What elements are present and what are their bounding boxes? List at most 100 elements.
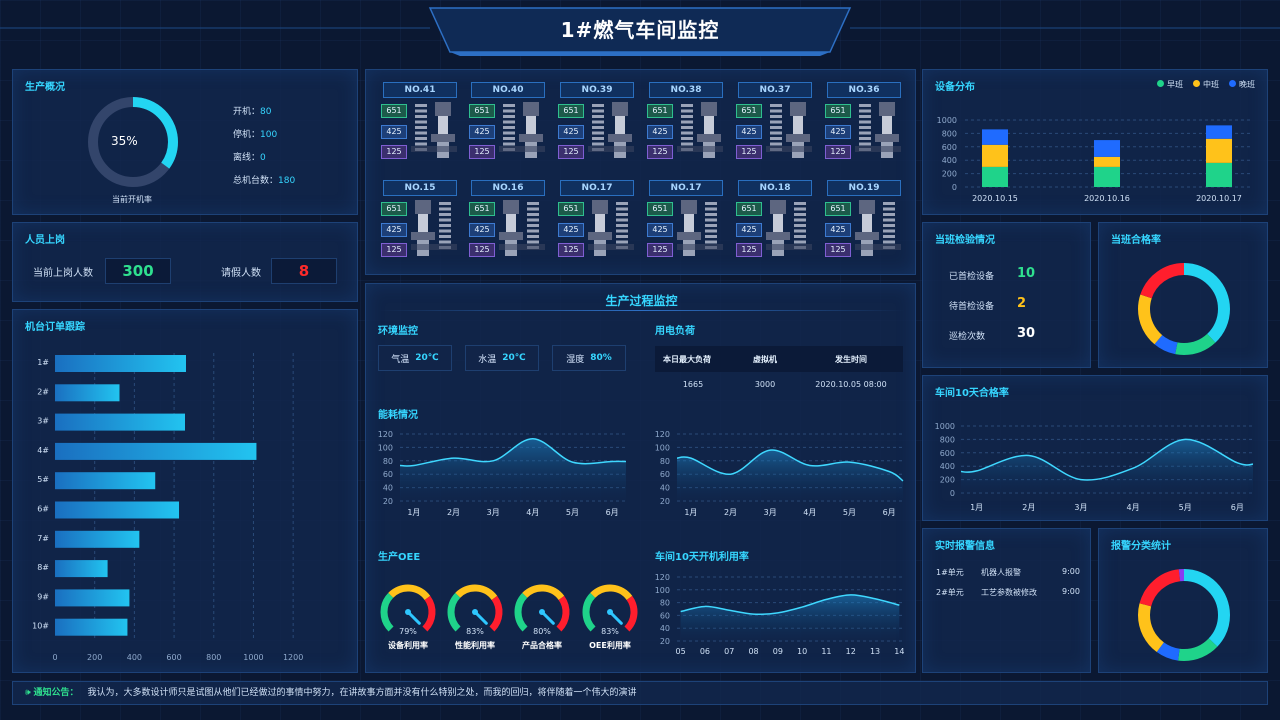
machine-icon <box>499 200 545 256</box>
inspection-label: 待首检设备 <box>949 302 995 312</box>
alarm-stats-title: 报警分类统计 <box>1111 541 1171 552</box>
machine-card[interactable]: NO.36 651 425 125 <box>825 82 903 172</box>
orders-category-label: 5# <box>37 475 49 484</box>
chart-y-tick: 80 <box>660 599 670 608</box>
chart-x-tick: 2020.10.16 <box>1084 194 1130 203</box>
machine-card[interactable]: NO.40 651 425 125 <box>469 82 547 172</box>
orders-bar <box>55 560 108 578</box>
chart-x-tick: 3月 <box>1074 503 1087 512</box>
legend-label: 中班 <box>1203 80 1219 89</box>
legend-dot <box>1157 80 1164 87</box>
stacked-bar-segment <box>1206 162 1232 187</box>
chart-x-tick: 4月 <box>803 508 816 517</box>
orders-x-tick: 400 <box>127 653 142 662</box>
env-title: 环境监控 <box>378 326 418 337</box>
stacked-bar-segment <box>982 129 1008 145</box>
power-title: 用电负荷 <box>655 326 695 337</box>
gauge-segment <box>556 595 570 632</box>
alarm-stats-panel: 报警分类统计 <box>1098 528 1268 673</box>
machine-card[interactable]: NO.39 651 425 125 <box>558 82 636 172</box>
gauge-segment <box>422 595 436 632</box>
machine-icon <box>766 200 812 256</box>
env-value: 20℃ <box>415 353 439 363</box>
machine-card[interactable]: NO.38 651 425 125 <box>647 82 725 172</box>
machine-card[interactable]: NO.16 651 425 125 <box>469 180 547 270</box>
orders-x-tick: 200 <box>87 653 102 662</box>
env-label: 湿度 <box>566 354 585 365</box>
machine-card[interactable]: NO.17 651 425 125 <box>558 180 636 270</box>
env-box: 水温 20℃ <box>465 345 539 371</box>
machine-id: NO.41 <box>383 82 457 98</box>
alarm-unit: 1#单元 <box>936 568 964 577</box>
energy-chart-right: 120 100 80 60 40 20 1月 2月 3月 4月 5月 6月 <box>655 430 904 517</box>
utilization-chart: 120 100 80 60 40 20 05 06 07 08 09 10 11 12 13 14 <box>655 573 905 656</box>
machine-metric: 651 <box>558 104 584 118</box>
gauge-segment <box>455 584 498 601</box>
pass-rate-panel: 当班合格率 <box>1098 222 1268 368</box>
power-table-header: 本日最大负荷 虚拟机 发生时间 <box>655 346 903 372</box>
chart-y-tick: 20 <box>383 497 393 506</box>
uptime-value: 35% <box>111 134 138 148</box>
machine-icon <box>588 102 634 158</box>
machine-card[interactable]: NO.17 651 425 125 <box>647 180 725 270</box>
chart-y-tick: 100 <box>655 586 670 595</box>
orders-bar <box>55 355 186 372</box>
chart-x-tick: 2月 <box>724 508 737 517</box>
machine-metric: 125 <box>469 145 495 159</box>
env-label: 水温 <box>478 354 497 365</box>
chart-area <box>680 594 900 641</box>
alarm-message: 工艺参数被修改 <box>981 588 1037 597</box>
env-box: 气温 20℃ <box>378 345 452 371</box>
orders-bar <box>55 413 185 431</box>
chart-x-tick: 3月 <box>487 508 500 517</box>
inspection-label: 已首检设备 <box>949 272 995 282</box>
gauge-segment <box>380 592 394 632</box>
machine-id: NO.18 <box>738 180 812 196</box>
oee-gauge: 83% <box>582 584 638 636</box>
stacked-bar-segment <box>982 166 1008 187</box>
chart-y-tick: 800 <box>940 435 955 444</box>
machine-card[interactable]: NO.41 651 425 125 <box>381 82 459 172</box>
gauge-segment <box>514 592 528 632</box>
machine-metric: 125 <box>381 145 407 159</box>
machine-id: NO.40 <box>471 82 545 98</box>
orders-bar <box>55 618 128 636</box>
power-header-time: 发生时间 <box>835 355 867 364</box>
machine-metric: 651 <box>558 202 584 216</box>
machine-metric: 125 <box>647 243 673 257</box>
chart-y-tick: 60 <box>660 611 670 620</box>
machine-card[interactable]: NO.15 651 425 125 <box>381 180 459 270</box>
chart-area <box>677 449 903 501</box>
machine-metric: 425 <box>647 124 673 139</box>
chart-y-tick: 0 <box>952 183 957 192</box>
orders-bar <box>55 442 257 460</box>
machine-metric: 425 <box>381 222 407 237</box>
machine-metric: 651 <box>381 202 407 216</box>
machine-metric: 651 <box>736 202 762 216</box>
staff-title: 人员上岗 <box>25 235 65 246</box>
machine-card[interactable]: NO.19 651 425 125 <box>825 180 903 270</box>
machine-metric: 651 <box>469 202 495 216</box>
machine-card[interactable]: NO.18 651 425 125 <box>736 180 814 270</box>
power-header-max: 本日最大负荷 <box>663 355 711 364</box>
orders-bar <box>55 589 130 607</box>
chart-y-tick: 40 <box>383 484 393 493</box>
chart-x-tick: 08 <box>748 647 758 656</box>
production-stat: 离线：0 <box>233 150 266 163</box>
machine-card[interactable]: NO.37 651 425 125 <box>736 82 814 172</box>
machine-icon <box>855 200 901 256</box>
chart-y-tick: 20 <box>660 637 670 646</box>
inspection-title: 当班检验情况 <box>935 235 995 246</box>
gauge-segment <box>388 584 431 601</box>
chart-y-tick: 80 <box>383 457 393 466</box>
machine-icon <box>588 200 634 256</box>
chart-y-tick: 120 <box>378 430 393 439</box>
process-panel: 生产过程监控 环境监控 气温 20℃ 水温 20℃ 湿度 80% 用电负荷 本日最大负荷 … <box>365 283 916 673</box>
gauge-label: 产品合格率 <box>522 641 562 650</box>
oee-gauge: 80% <box>514 584 570 636</box>
equipment-panel: 设备分布 早班 中班 晚班 1000 800 600 400 200 0 2020.10.15 2… <box>922 69 1268 215</box>
orders-category-label: 8# <box>37 563 49 572</box>
chart-y-tick: 20 <box>660 497 670 506</box>
gauge-value: 80% <box>533 627 551 636</box>
notice-bar: 🕪 通知公告： 我认为，大多数设计师只是试图从他们已经做过的事情中努力，在讲故事… <box>12 681 1268 705</box>
